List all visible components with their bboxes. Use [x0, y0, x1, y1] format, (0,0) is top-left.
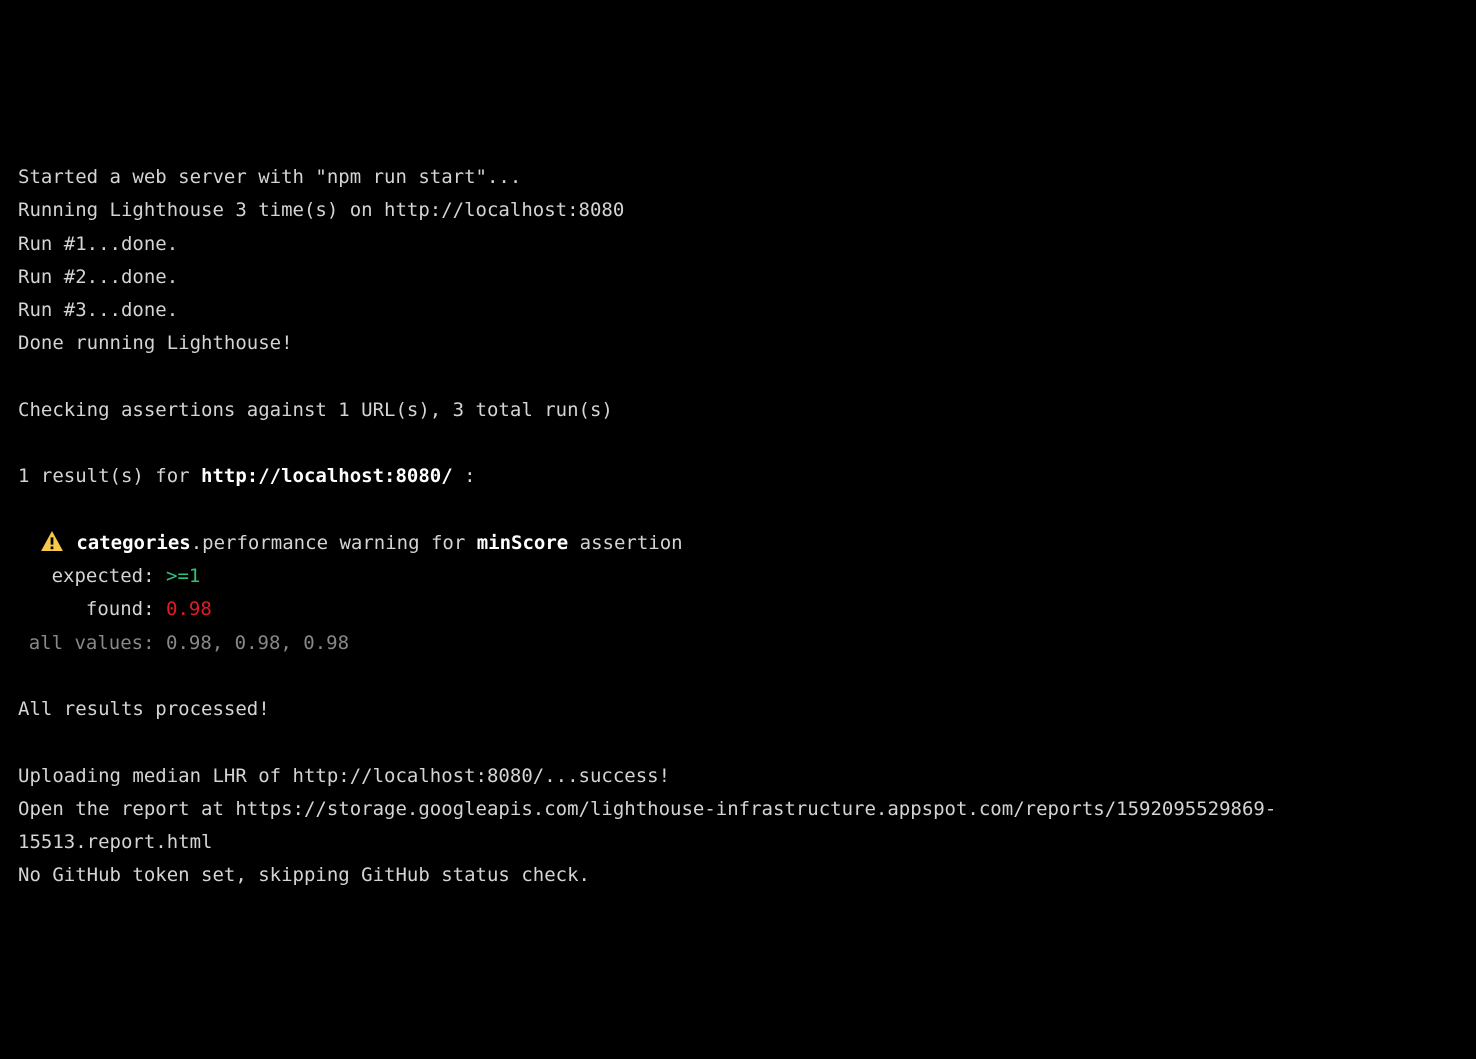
uploading-line: Uploading median LHR of http://localhost… [18, 765, 670, 787]
all-processed: All results processed! [18, 698, 270, 720]
expected-value: 1 [189, 565, 200, 587]
assertion-category: categories [76, 532, 190, 554]
all-values-line: all values: 0.98, 0.98, 0.98 [18, 632, 349, 654]
all-values-val: 0.98, 0.98, 0.98 [166, 632, 349, 654]
results-suffix: : [453, 465, 476, 487]
no-token-line: No GitHub token set, skipping GitHub sta… [18, 864, 590, 886]
results-line: 1 result(s) for http://localhost:8080/ : [18, 465, 476, 487]
expected-operator: >= [166, 565, 189, 587]
found-value: 0.98 [166, 598, 212, 620]
log-done-running: Done running Lighthouse! [18, 332, 293, 354]
assertion-line: categories.performance warning for minSc… [76, 532, 682, 554]
warning-icon [41, 532, 65, 554]
log-started: Started a web server with "npm run start… [18, 166, 521, 188]
results-prefix: 1 result(s) for [18, 465, 201, 487]
found-label: found: [18, 593, 166, 626]
log-run-2: Run #2...done. [18, 266, 178, 288]
open-report-line: Open the report at https://storage.googl… [18, 798, 1276, 853]
terminal-output: Started a web server with "npm run start… [18, 161, 1458, 893]
log-running: Running Lighthouse 3 time(s) on http://l… [18, 199, 624, 221]
expected-label: expected: [18, 560, 166, 593]
results-url: http://localhost:8080/ [201, 465, 453, 487]
all-values-label: all values: [18, 627, 166, 660]
assertion-suffix: assertion [568, 532, 682, 554]
assertion-metric: .performance warning for [191, 532, 477, 554]
log-run-1: Run #1...done. [18, 233, 178, 255]
assertion-name: minScore [477, 532, 569, 554]
log-run-3: Run #3...done. [18, 299, 178, 321]
log-checking-assertions: Checking assertions against 1 URL(s), 3 … [18, 399, 613, 421]
